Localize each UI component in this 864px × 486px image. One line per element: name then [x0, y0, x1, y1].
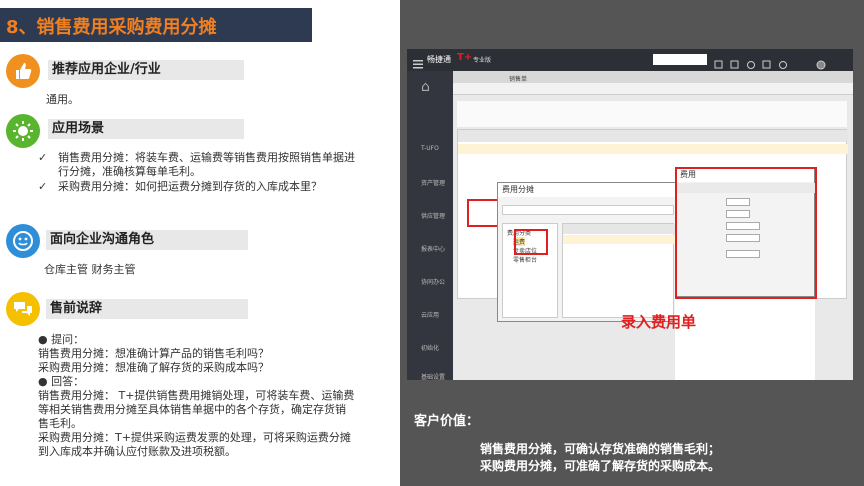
tab-sales-order[interactable]: 销售单 [509, 74, 527, 83]
highlight-tree [514, 229, 548, 255]
app-name: 畅捷通 [427, 55, 451, 64]
chat-bubbles-icon [6, 292, 40, 326]
tab-strip: 销售单 [453, 71, 853, 83]
dialog-title: 费用分摊 [498, 183, 676, 197]
presale-line: 采购费用分摊：想准确了解存货的采购成本吗？ [38, 361, 269, 374]
app-topbar: 畅捷通 T+ 专业版 [407, 49, 853, 71]
presale-heading: 售前说辞 [46, 299, 248, 319]
tree-item[interactable]: 零售柜台 [513, 255, 537, 264]
sun-icon [6, 114, 40, 148]
page-title: 8、销售费用采购费用分摊 [6, 17, 217, 38]
roles-text: 仓库主管 财务主管 [44, 263, 136, 276]
scenario-item-1: 销售费用分摊：将装车费、运输费等销售费用按照销售单据进 [58, 151, 355, 164]
sidebar-item[interactable]: 初始化 [421, 343, 439, 352]
presale-line: 到入库成本并确认应付账款及进项税额。 [38, 445, 236, 458]
sidebar-item[interactable]: 报表中心 [421, 244, 445, 253]
highlight-fee-dialog [675, 167, 817, 299]
sidebar-item[interactable]: 协同办公 [421, 277, 445, 286]
smiley-icon [6, 224, 40, 258]
toolbar-icons[interactable] [713, 55, 833, 70]
thumbs-up-icon [6, 54, 40, 88]
scenario-heading: 应用场景 [48, 119, 244, 139]
title-banner: 8、销售费用采购费用分摊 [0, 8, 312, 42]
presale-line: 售毛利。 [38, 417, 82, 430]
edition-label: 专业版 [473, 57, 492, 64]
search-input[interactable] [653, 54, 707, 65]
order-header-fields[interactable] [457, 101, 847, 127]
scenario-item-1-cont: 行分摊，准确核算每单毛利。 [58, 165, 201, 178]
left-panel: 8、销售费用采购费用分摊 推荐应用企业/行业 通用。 应用场景 ✓ 销售费用分摊… [0, 0, 400, 486]
presale-line: 销售费用分摊：想准确计算产品的销售毛利吗？ [38, 347, 269, 360]
sidebar-item[interactable]: 供应管理 [421, 211, 445, 220]
presale-line: 销售费用分摊： T+提供销售费用摊销处理，可将装车费、运输费 [38, 389, 355, 402]
presale-line: 等相关销售费用分摊至具体销售单据中的各个存货，确定存货销 [38, 403, 346, 416]
presale-line: ● 提问： [38, 333, 85, 346]
check-icon: ✓ [38, 151, 48, 164]
logo-t-icon: T+ [457, 52, 473, 63]
query-condition[interactable] [502, 205, 674, 215]
sidebar-item[interactable]: 云应用 [421, 310, 439, 319]
app-sidebar: ⌂ T-UFO 资产管理 供应管理 报表中心 协同办公 云应用 初始化 基础设置 [407, 71, 453, 380]
sidebar-item[interactable]: 基础设置 [421, 372, 445, 380]
form-toolbar[interactable] [453, 83, 853, 95]
menu-icon[interactable] [413, 54, 423, 69]
sidebar-item[interactable]: 资产管理 [421, 178, 445, 187]
customer-value-line: 销售费用分摊，可确认存货准确的销售毛利； [480, 442, 721, 456]
fee-list[interactable] [562, 223, 675, 318]
scenario-item-2: 采购费用分摊：如何把运费分摊到存货的入库成本里？ [58, 180, 322, 193]
check-icon: ✓ [38, 180, 48, 193]
customer-value-label: 客户价值： [414, 414, 480, 429]
industry-heading: 推荐应用企业/行业 [48, 60, 244, 80]
annotation-label: 录入费用单 [621, 313, 697, 331]
industry-text: 通用。 [46, 93, 79, 106]
fee-allocation-dialog[interactable]: 费用分摊 费用分类 运费 专卖店位 零售柜台 [497, 182, 677, 322]
roles-heading: 面向企业沟通角色 [46, 230, 248, 250]
presale-line: ● 回答： [38, 375, 85, 388]
customer-value-line: 采购费用分摊，可准确了解存货的采购成本。 [480, 459, 721, 473]
presale-line: 采购费用分摊：T+提供采购运费发票的处理，可将采购运费分摊 [38, 431, 351, 444]
sidebar-item[interactable]: T-UFO [421, 145, 439, 152]
software-screenshot: 畅捷通 T+ 专业版 ⌂ T-UFO 资产管理 供应管理 报表中心 协同办公 云… [407, 49, 853, 380]
home-icon[interactable]: ⌂ [421, 79, 430, 95]
